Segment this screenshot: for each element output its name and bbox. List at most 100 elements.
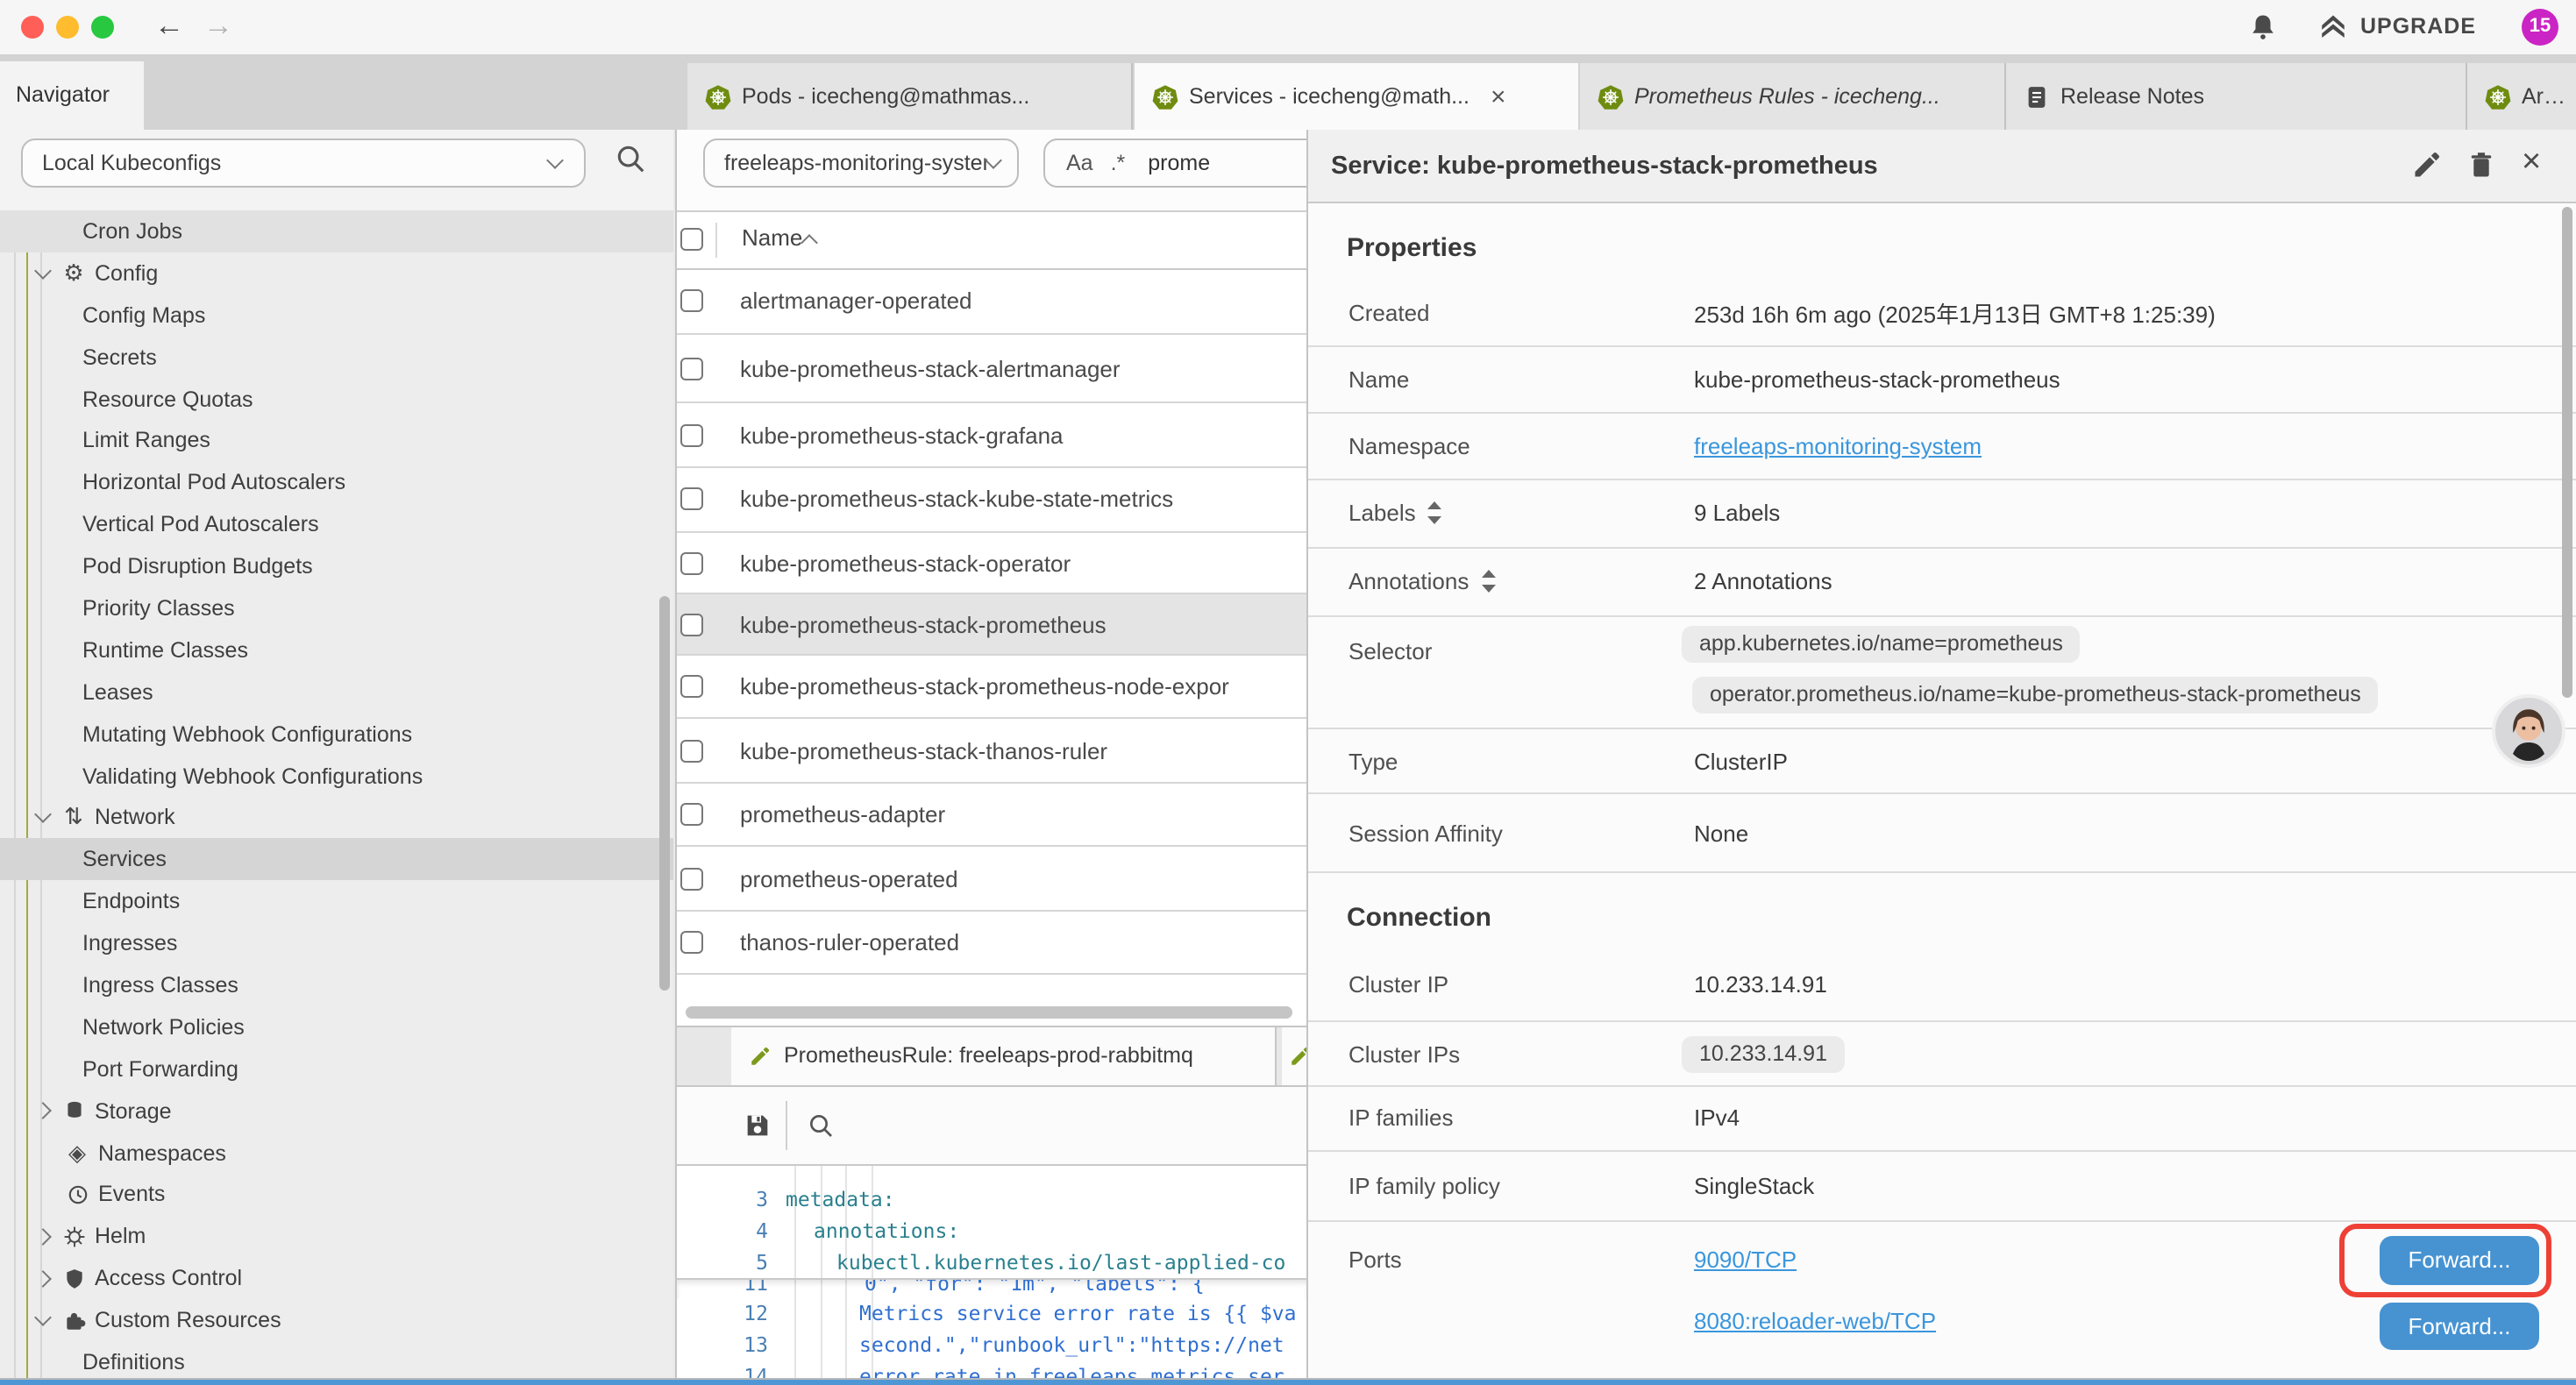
service-name: kube-prometheus-stack-kube-state-metrics <box>740 487 1173 513</box>
item-label: Ingresses <box>82 931 177 955</box>
sidebar-item-events[interactable]: Events <box>0 1174 673 1216</box>
navigator-panel-tab[interactable]: Navigator <box>0 61 144 130</box>
tab-services[interactable]: Services - icecheng@math... × <box>1135 63 1578 130</box>
row-checkbox[interactable] <box>680 614 703 636</box>
match-case-icon[interactable]: Aa <box>1066 151 1093 175</box>
row-checkbox[interactable] <box>680 551 703 574</box>
namespace-link[interactable]: freeleaps-monitoring-system <box>1694 433 1982 459</box>
row-checkbox[interactable] <box>680 803 703 826</box>
sidebar-item-limit-ranges[interactable]: Limit Ranges <box>0 420 673 462</box>
sidebar-group-helm[interactable]: Helm <box>0 1216 673 1258</box>
item-label: Vertical Pod Autoscalers <box>82 512 319 536</box>
sidebar-item-leases[interactable]: Leases <box>0 671 673 714</box>
sidebar-item-secrets[interactable]: Secrets <box>0 336 673 378</box>
table-row[interactable]: thanos-ruler-operated <box>677 912 1308 976</box>
trash-icon[interactable] <box>2466 149 2501 184</box>
sidebar-item-vertical-pod-autoscalers[interactable]: Vertical Pod Autoscalers <box>0 503 673 545</box>
sidebar-item-port-forwarding[interactable]: Port Forwarding <box>0 1048 673 1090</box>
select-all-checkbox[interactable] <box>680 228 703 251</box>
table-row[interactable]: kube-prometheus-stack-prometheus-node-ex… <box>677 657 1308 720</box>
tab-pods[interactable]: Pods - icecheng@mathmas... <box>687 63 1133 130</box>
forward-arrow-icon[interactable]: → <box>203 7 233 46</box>
tab-close-icon[interactable]: × <box>1491 82 1506 111</box>
sidebar-item-endpoints[interactable]: Endpoints <box>0 881 673 923</box>
sidebar-item-network-policies[interactable]: Network Policies <box>0 1006 673 1048</box>
sidebar-group-network[interactable]: ⇅Network <box>0 797 673 839</box>
sidebar-item-namespaces[interactable]: ◈Namespaces <box>0 1132 673 1174</box>
tab-release-notes[interactable]: Release Notes <box>2006 63 2467 130</box>
row-checkbox[interactable] <box>680 867 703 890</box>
helm-wheel-icon <box>60 1225 88 1248</box>
horizontal-scrollbar-thumb[interactable] <box>686 1005 1292 1018</box>
sidebar-item-services[interactable]: Services <box>0 839 673 881</box>
upgrade-label[interactable]: UPGRADE <box>2360 14 2476 39</box>
sidebar-group-access-control[interactable]: Access Control <box>0 1258 673 1300</box>
close-traffic-light[interactable] <box>21 16 44 39</box>
regex-icon[interactable]: .* <box>1111 151 1126 175</box>
yaml-editor[interactable]: 3metadata: 4annotations: 5kubectl.kubern… <box>677 1165 1308 1377</box>
sort-arrows-icon[interactable] <box>1481 570 1495 593</box>
sidebar-item-validating-webhook-configurations[interactable]: Validating Webhook Configurations <box>0 755 673 797</box>
detail-scrollbar[interactable] <box>2562 207 2572 698</box>
sidebar-item-horizontal-pod-autoscalers[interactable]: Horizontal Pod Autoscalers <box>0 462 673 504</box>
minimize-traffic-light[interactable] <box>56 16 79 39</box>
tab-argo[interactable]: Argo Se <box>2467 63 2576 130</box>
config-gear-icon: ⚙ <box>60 259 88 288</box>
table-row[interactable]: prometheus-adapter <box>677 784 1308 848</box>
back-arrow-icon[interactable]: ← <box>154 7 184 46</box>
row-checkbox[interactable] <box>680 289 703 312</box>
sidebar-item-ingress-classes[interactable]: Ingress Classes <box>0 964 673 1006</box>
row-checkbox[interactable] <box>680 931 703 954</box>
sidebar-group-storage[interactable]: Storage <box>0 1090 673 1132</box>
table-row[interactable]: kube-prometheus-stack-thanos-ruler <box>677 720 1308 784</box>
port-link[interactable]: 8080:reloader-web/TCP <box>1694 1307 1936 1333</box>
sidebar-item-pod-disruption-budgets[interactable]: Pod Disruption Budgets <box>0 545 673 587</box>
port-link[interactable]: 9090/TCP <box>1694 1246 1797 1272</box>
notification-count-badge[interactable]: 15 <box>2522 9 2558 46</box>
sidebar-item-definitions[interactable]: Definitions <box>0 1341 673 1378</box>
table-row[interactable]: kube-prometheus-stack-operator <box>677 533 1308 595</box>
search-input[interactable]: prome <box>1148 151 1210 175</box>
editor-search-icon[interactable] <box>807 1111 835 1139</box>
sort-arrows-icon[interactable] <box>1428 502 1442 525</box>
avatar[interactable] <box>2492 694 2565 768</box>
row-checkbox[interactable] <box>680 424 703 447</box>
row-value[interactable]: 9 Labels <box>1694 501 1780 527</box>
sidebar-group-custom-resources[interactable]: Custom Resources <box>0 1299 673 1341</box>
table-row[interactable]: kube-prometheus-stack-grafana <box>677 404 1308 468</box>
notifications-bell-icon[interactable] <box>2248 12 2278 42</box>
table-row[interactable]: prometheus-operated <box>677 848 1308 912</box>
sidebar-item-config-maps[interactable]: Config Maps <box>0 295 673 337</box>
close-icon[interactable]: × <box>2522 144 2557 179</box>
sidebar-item-mutating-webhook-configurations[interactable]: Mutating Webhook Configurations <box>0 713 673 755</box>
sidebar-item-priority-classes[interactable]: Priority Classes <box>0 587 673 629</box>
edit-pencil-icon[interactable] <box>2411 149 2446 184</box>
sidebar-item-resource-quotas[interactable]: Resource Quotas <box>0 378 673 420</box>
forward-button[interactable]: Forward... <box>2380 1302 2539 1350</box>
sidebar-item-ingresses[interactable]: Ingresses <box>0 922 673 964</box>
filter-search-box[interactable]: Aa .* prome <box>1043 138 1324 188</box>
table-row[interactable]: kube-prometheus-stack-alertmanager <box>677 336 1308 404</box>
maximize-traffic-light[interactable] <box>91 16 114 39</box>
row-checkbox[interactable] <box>680 739 703 762</box>
sidebar-item-cron-jobs[interactable]: Cron Jobs <box>0 210 673 252</box>
detail-row-ip-families: IP families IPv4 <box>1308 1087 2576 1151</box>
table-row-selected[interactable]: kube-prometheus-stack-prometheus <box>677 595 1308 657</box>
sidebar-item-runtime-classes[interactable]: Runtime Classes <box>0 629 673 671</box>
tab-prometheus-rules[interactable]: Prometheus Rules - icecheng... <box>1580 63 2006 130</box>
navigator-search-icon[interactable] <box>614 142 647 175</box>
save-icon[interactable] <box>744 1111 772 1139</box>
kubeconfig-selector[interactable]: Local Kubeconfigs <box>21 138 586 188</box>
namespace-selector[interactable]: freeleaps-monitoring-system <box>703 138 1019 188</box>
sort-ascending-icon[interactable] <box>801 234 818 252</box>
navigator-scrollbar[interactable] <box>659 596 670 991</box>
name-column-header[interactable]: Name <box>742 224 802 251</box>
table-row[interactable]: kube-prometheus-stack-kube-state-metrics <box>677 468 1308 532</box>
row-checkbox[interactable] <box>680 488 703 511</box>
table-row[interactable]: alertmanager-operated <box>677 268 1308 336</box>
row-checkbox[interactable] <box>680 358 703 380</box>
sidebar-group-config[interactable]: ⚙Config <box>0 252 673 295</box>
row-checkbox[interactable] <box>680 676 703 699</box>
prometheusrule-editor-tab[interactable]: PrometheusRule: freeleaps-prod-rabbitmq <box>731 1026 1277 1084</box>
row-value[interactable]: 2 Annotations <box>1694 568 1832 594</box>
